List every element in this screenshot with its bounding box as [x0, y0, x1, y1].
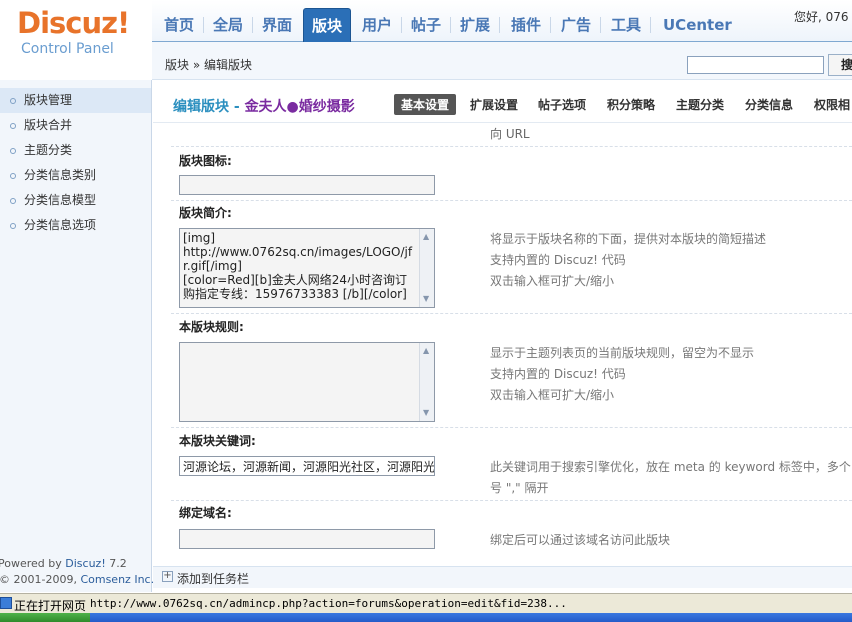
sidebar-item-sort-categories[interactable]: 分类信息类别	[0, 163, 151, 188]
forum-keywords-label: 本版块关键词:	[179, 434, 256, 448]
plus-icon[interactable]: +	[162, 571, 173, 582]
nav-divider	[499, 17, 500, 33]
forum-icon-label: 版块图标:	[179, 154, 232, 168]
user-greeting: 您好, 076	[794, 10, 849, 24]
forum-keywords-input[interactable]: 河源论坛，河源新闻，河源阳光社区，河源阳光	[179, 456, 435, 476]
breadcrumb: 版块 » 编辑版块	[165, 58, 252, 72]
divider	[171, 313, 852, 314]
tab-post-options[interactable]: 帖子选项	[538, 96, 586, 113]
tab-sort-info[interactable]: 分类信息	[745, 96, 793, 113]
nav-forums[interactable]: 版块	[303, 8, 352, 42]
powered-version: 7.2	[105, 557, 127, 570]
keywords-tip-1: 此关键词用于搜索引擎优化，放在 meta 的 keyword 标签中，多个	[490, 460, 851, 474]
copyright-prefix: © 2001-2009,	[0, 573, 81, 586]
browser-status-bar: 正在打开网页 http://www.0762sq.cn/admincp.php?…	[0, 593, 852, 613]
main-content: 编辑版块 - 金夫人●婚纱摄影 基本设置 扩展设置 帖子选项 积分策略 主题分类…	[153, 80, 852, 592]
nav-global[interactable]: 全局	[205, 8, 251, 42]
sidebar-menu: 版块管理 版块合并 主题分类 分类信息类别 分类信息模型 分类信息选项	[0, 88, 151, 238]
forum-rules-label: 本版块规则:	[179, 320, 244, 334]
discuz-logo: Discuz!	[17, 6, 130, 40]
nav-divider	[252, 17, 253, 33]
nav-home[interactable]: 首页	[156, 8, 202, 42]
page-header: 编辑版块 - 金夫人●婚纱摄影 基本设置 扩展设置 帖子选项 积分策略 主题分类…	[153, 80, 852, 123]
copyright-brand-link[interactable]: Comsenz Inc.	[80, 573, 154, 586]
powered-by: Powered by Discuz! 7.2	[0, 557, 127, 570]
top-nav: 首页 全局 界面 版块 用户 帖子 扩展 插件 广告 工具 UCenter 您好…	[152, 0, 852, 42]
page-loading-icon	[0, 597, 12, 609]
forum-description-label: 版块简介:	[179, 206, 232, 220]
sidebar-item-thread-types[interactable]: 主题分类	[0, 138, 151, 163]
logo-subtitle: Control Panel	[21, 41, 114, 57]
search-button[interactable]: 搜	[828, 54, 852, 76]
nav-posts[interactable]: 帖子	[403, 8, 449, 42]
nav-divider	[450, 17, 451, 33]
tab-extended-settings[interactable]: 扩展设置	[470, 96, 518, 113]
url-tip-tail: 向 URL	[490, 127, 530, 141]
description-tip-2: 支持内置的 Discuz! 代码	[490, 253, 626, 267]
nav-ucenter[interactable]: UCenter	[655, 8, 740, 42]
nav-users[interactable]: 用户	[354, 8, 400, 42]
keywords-tip-2: 号 "," 隔开	[490, 481, 549, 495]
tab-permissions[interactable]: 权限相	[814, 96, 850, 113]
rules-tip-1: 显示于主题列表页的当前版块规则，留空为不显示	[490, 346, 755, 360]
start-button[interactable]	[0, 613, 90, 622]
tab-thread-types[interactable]: 主题分类	[676, 96, 724, 113]
title-separator: -	[229, 99, 245, 115]
page-title: 编辑版块 - 金夫人●婚纱摄影	[173, 96, 355, 116]
nav-style[interactable]: 界面	[254, 8, 300, 42]
status-text: 正在打开网页	[14, 599, 87, 613]
tab-basic-settings[interactable]: 基本设置	[394, 94, 457, 115]
forum-description-text: [img] http://www.0762sq.cn/images/LOGO/j…	[183, 231, 413, 301]
divider	[171, 500, 852, 501]
nav-divider	[650, 17, 651, 33]
nav-ads[interactable]: 广告	[553, 8, 599, 42]
domain-tip-1: 绑定后可以通过该域名访问此版块	[490, 533, 671, 547]
search-input[interactable]	[687, 56, 824, 74]
forum-domain-label: 绑定域名:	[179, 506, 232, 520]
rules-tip-3: 双击输入框可扩大/缩小	[490, 388, 615, 402]
powered-prefix: Powered by	[0, 557, 66, 570]
header: Discuz! Control Panel 首页 全局 界面 版块 用户 帖子 …	[0, 0, 852, 80]
add-to-taskbar-bar: + 添加到任务栏	[153, 566, 852, 588]
description-tip-3: 双击输入框可扩大/缩小	[490, 274, 615, 288]
textarea-scrollbar[interactable]	[419, 229, 434, 307]
sidebar-item-sort-models[interactable]: 分类信息模型	[0, 188, 151, 213]
description-tip-1: 将显示于版块名称的下面，提供对本版块的简短描述	[490, 232, 767, 246]
forum-description-textarea[interactable]: [img] http://www.0762sq.cn/images/LOGO/j…	[179, 228, 435, 308]
nav-plugins[interactable]: 插件	[503, 8, 549, 42]
copyright: © 2001-2009, Comsenz Inc.	[0, 573, 154, 586]
powered-brand-link[interactable]: Discuz!	[65, 557, 105, 570]
logo-area[interactable]: Discuz! Control Panel	[0, 0, 152, 80]
nav-divider	[401, 17, 402, 33]
breadcrumb-bar: 版块 » 编辑版块 搜	[152, 42, 852, 80]
forum-rules-textarea[interactable]	[179, 342, 435, 422]
tab-credit-policy[interactable]: 积分策略	[607, 96, 655, 113]
page-title-text: 编辑版块	[173, 99, 229, 115]
nav-divider	[550, 17, 551, 33]
add-to-taskbar-link[interactable]: 添加到任务栏	[177, 570, 249, 587]
sidebar: 版块管理 版块合并 主题分类 分类信息类别 分类信息模型 分类信息选项 Powe…	[0, 80, 154, 592]
textarea-scrollbar[interactable]	[419, 343, 434, 421]
divider	[171, 146, 852, 147]
divider	[171, 427, 852, 428]
nav-divider	[203, 17, 204, 33]
rules-tip-2: 支持内置的 Discuz! 代码	[490, 367, 626, 381]
nav-divider	[600, 17, 601, 33]
sidebar-item-forum-manage[interactable]: 版块管理	[0, 88, 151, 113]
status-url: http://www.0762sq.cn/admincp.php?action=…	[90, 597, 567, 610]
sidebar-item-sort-options[interactable]: 分类信息选项	[0, 213, 151, 238]
sidebar-item-forum-merge[interactable]: 版块合并	[0, 113, 151, 138]
nav-extended[interactable]: 扩展	[452, 8, 498, 42]
nav-tools[interactable]: 工具	[603, 8, 649, 42]
windows-taskbar	[0, 613, 852, 622]
forum-domain-input[interactable]	[179, 529, 435, 549]
divider	[171, 200, 852, 201]
forum-icon-input[interactable]	[179, 175, 435, 195]
forum-name: 金夫人●婚纱摄影	[244, 99, 355, 115]
